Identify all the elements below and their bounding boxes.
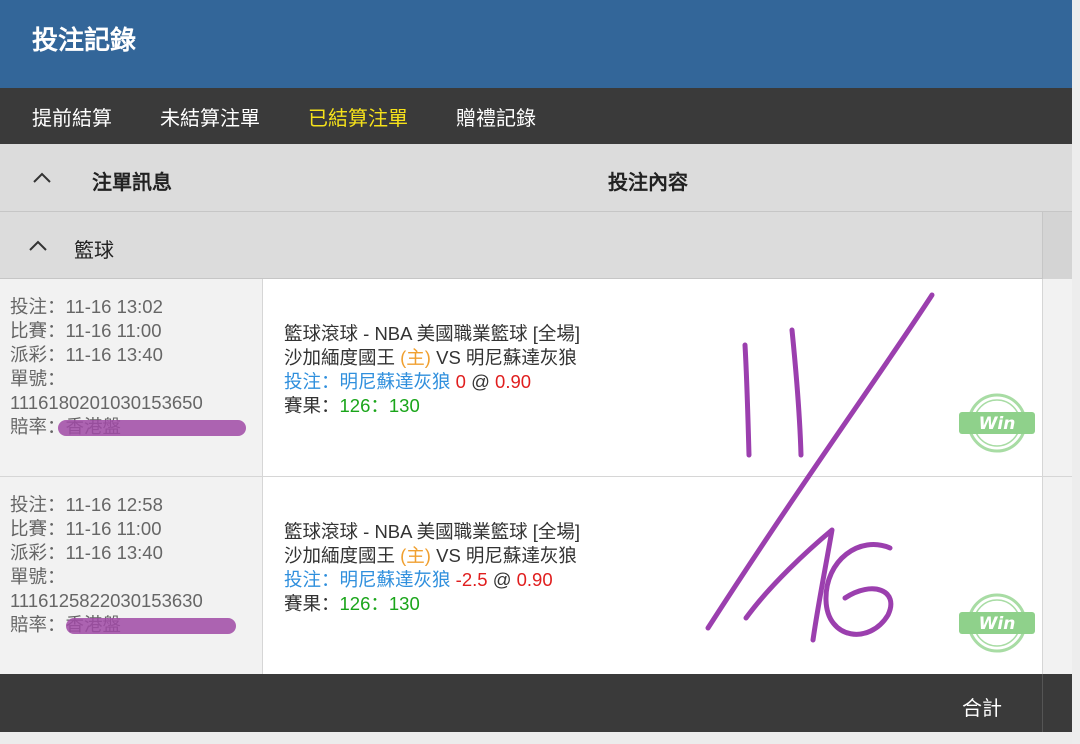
redaction-mark [66, 618, 236, 634]
bet-info-cell: 投注：11-16 13:02 比賽：11-16 11:00 派彩：11-16 1… [0, 279, 263, 476]
column-header: 注單訊息 投注內容 [0, 144, 1072, 212]
at-sign: @ [487, 569, 517, 590]
home-team: 沙加緬度國王 [284, 347, 401, 368]
win-label: Win [979, 414, 1016, 434]
bet-info-cell: 投注：11-16 12:58 比賽：11-16 11:00 派彩：11-16 1… [0, 477, 263, 674]
tab-gift-records[interactable]: 贈禮記錄 [456, 102, 536, 131]
total-footer: 合計 [0, 674, 1072, 732]
tab-early-settlement[interactable]: 提前結算 [32, 102, 112, 131]
tab-bar: 提前結算 未結算注單 已結算注單 贈禮記錄 [0, 88, 1072, 144]
result-score: 126：130 [339, 593, 420, 614]
column-content-heading: 投注內容 [608, 170, 688, 194]
result-line: 賽果：126：130 [284, 592, 580, 616]
league-line: 籃球滾球 - NBA 美國職業籃球 [全場] [284, 323, 581, 344]
result-label: 賽果： [284, 395, 340, 416]
result-score: 126：130 [339, 395, 420, 416]
home-tag: (主) [400, 347, 431, 368]
handicap: 0 [450, 371, 466, 392]
bet-line: 投注：明尼蘇達灰狼 -2.5 @ 0.90 [284, 568, 580, 592]
win-badge-icon: Win [959, 593, 1035, 653]
teams-line: 沙加緬度國王 (主) VS 明尼蘇達灰狼 [284, 346, 580, 370]
redaction-mark [58, 420, 246, 436]
result-label: 賽果： [284, 593, 340, 614]
chevron-up-icon[interactable] [30, 166, 54, 190]
bet-label: 投注： [284, 569, 340, 590]
placed-time: 投注：11-16 13:02 [10, 296, 163, 317]
ticket-label: 單號： [10, 368, 66, 389]
sport-label: 籃球 [74, 238, 114, 262]
table-row: 投注：11-16 12:58 比賽：11-16 11:00 派彩：11-16 1… [0, 477, 1072, 675]
selection: 明尼蘇達灰狼 [339, 371, 451, 392]
sport-group-header[interactable]: 籃球 [0, 212, 1072, 279]
match-time: 比賽：11-16 11:00 [10, 518, 162, 539]
ticket-number: 1116180201030153650 [10, 392, 203, 413]
payout-time: 派彩：11-16 13:40 [10, 344, 163, 365]
home-tag: (主) [400, 545, 431, 566]
ticket-number: 1116125822030153630 [10, 590, 203, 611]
bet-history-page: 投注記錄 提前結算 未結算注單 已結算注單 贈禮記錄 注單訊息 投注內容 籃球 … [0, 0, 1080, 744]
handicap: -2.5 [450, 569, 488, 590]
right-column [1042, 279, 1072, 476]
bet-label: 投注： [284, 371, 340, 392]
total-label: 合計 [962, 696, 1002, 720]
away-team: VS 明尼蘇達灰狼 [430, 347, 577, 368]
home-team: 沙加緬度國王 [284, 545, 401, 566]
table-row: 投注：11-16 13:02 比賽：11-16 11:00 派彩：11-16 1… [0, 279, 1072, 477]
bet-content-cell: 籃球滾球 - NBA 美國職業籃球 [全場] 沙加緬度國王 (主) VS 明尼蘇… [284, 520, 580, 616]
match-time: 比賽：11-16 11:00 [10, 320, 162, 341]
right-column [1042, 477, 1072, 674]
league-line: 籃球滾球 - NBA 美國職業籃球 [全場] [284, 521, 581, 542]
ticket-label: 單號： [10, 566, 66, 587]
tab-settled-bets[interactable]: 已結算注單 [308, 102, 408, 131]
odds: 0.90 [516, 569, 553, 590]
bet-line: 投注：明尼蘇達灰狼 0 @ 0.90 [284, 370, 580, 394]
right-column [1042, 212, 1072, 279]
bottom-strip [0, 732, 1072, 744]
away-team: VS 明尼蘇達灰狼 [430, 545, 577, 566]
win-label: Win [979, 614, 1016, 634]
payout-time: 派彩：11-16 13:40 [10, 542, 163, 563]
bet-content-cell: 籃球滾球 - NBA 美國職業籃球 [全場] 沙加緬度國王 (主) VS 明尼蘇… [284, 322, 580, 418]
tab-unsettled-bets[interactable]: 未結算注單 [160, 102, 260, 131]
chevron-up-icon[interactable] [26, 234, 50, 258]
divider [1042, 674, 1043, 732]
scrollbar-track[interactable] [1072, 0, 1080, 744]
result-line: 賽果：126：130 [284, 394, 580, 418]
win-badge-icon: Win [959, 393, 1035, 453]
at-sign: @ [465, 371, 496, 392]
selection: 明尼蘇達灰狼 [339, 569, 451, 590]
page-title: 投注記錄 [0, 0, 1072, 88]
placed-time: 投注：11-16 12:58 [10, 494, 163, 515]
odds: 0.90 [495, 371, 532, 392]
teams-line: 沙加緬度國王 (主) VS 明尼蘇達灰狼 [284, 544, 580, 568]
column-info-heading: 注單訊息 [92, 170, 172, 194]
